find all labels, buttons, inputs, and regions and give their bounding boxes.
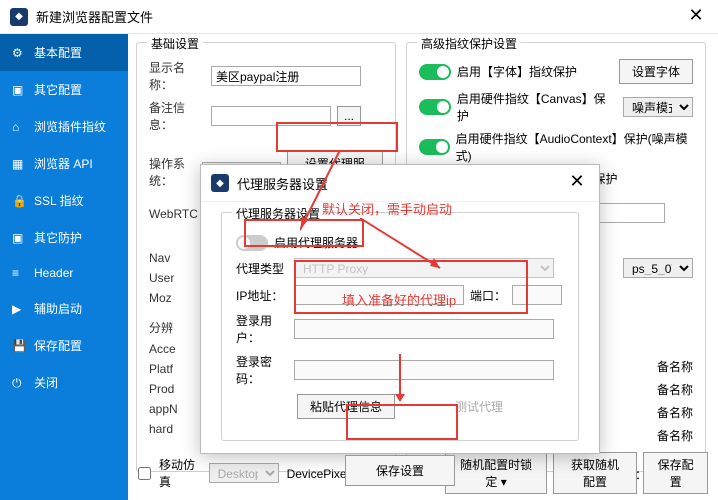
user-label: User [149, 271, 205, 285]
ip-input[interactable] [294, 285, 464, 305]
sidebar-item-label: 基本配置 [34, 44, 82, 61]
plat-label: Platf [149, 362, 205, 376]
app-logo-icon: ◆ [211, 174, 229, 192]
sidebar-item-basic[interactable]: ⚙ 基本配置 [0, 34, 128, 71]
list-icon: ≡ [12, 266, 26, 280]
row-val: 备名称 [657, 427, 693, 444]
test-button[interactable]: 测试代理 [455, 398, 503, 415]
enable-proxy-toggle[interactable] [236, 235, 268, 251]
port-label: 端口： [470, 287, 506, 304]
save-icon: 💾 [12, 339, 26, 353]
sidebar-item-label: 浏览插件指纹 [34, 118, 106, 135]
proxy-dialog: ◆ 代理服务器设置 ✕ 代理服务器设置 启用代理服务器 代理类型 HTTP Pro… [200, 164, 600, 454]
webrtc-label: WebRTC [149, 207, 205, 221]
hard-label: hard [149, 422, 205, 436]
font-toggle[interactable] [419, 64, 451, 80]
proxy-group: 代理服务器设置 启用代理服务器 代理类型HTTP Proxy IP地址：端口： … [221, 212, 579, 441]
adv-title: 高级指纹保护设置 [417, 35, 521, 52]
font-label: 启用【字体】指纹保护 [457, 63, 577, 80]
basic-title: 基础设置 [147, 35, 203, 52]
moz-label: Moz [149, 291, 205, 305]
name-input[interactable] [211, 66, 361, 86]
rocket-icon: ▶ [12, 302, 26, 316]
enable-proxy-label: 启用代理服务器 [274, 234, 358, 251]
sidebar-item-assist[interactable]: ▶ 辅助启动 [0, 290, 128, 327]
audio-label: 启用硬件指纹【AudioContext】保护(噪声模式) [456, 130, 693, 164]
paste-button[interactable]: 粘贴代理信息 [297, 394, 395, 419]
acc-label: Acce [149, 342, 205, 356]
sidebar-item-api[interactable]: ▦ 浏览器 API [0, 145, 128, 182]
ps-select[interactable]: ps_5_0) [623, 258, 693, 278]
sidebar-item-save[interactable]: 💾 保存配置 [0, 327, 128, 364]
sidebar: ⚙ 基本配置 ▣ 其它配置 ⌂ 浏览插件指纹 ▦ 浏览器 API 🔒 SSL 指纹 ▣ 其它… [0, 34, 128, 500]
res-label: 分辨 [149, 319, 205, 336]
home-icon: ⌂ [12, 120, 26, 134]
dialog-body: 代理服务器设置 启用代理服务器 代理类型HTTP Proxy IP地址：端口： … [201, 202, 599, 496]
sidebar-item-label: 浏览器 API [34, 155, 93, 172]
sidebar-item-protect[interactable]: ▣ 其它防护 [0, 219, 128, 256]
sidebar-item-label: 其它防护 [34, 229, 82, 246]
close-icon[interactable]: ✕ [684, 5, 708, 29]
power-icon: ⏻ [12, 376, 26, 390]
titlebar: ◆ 新建浏览器配置文件 ✕ [0, 0, 718, 34]
sidebar-item-label: 其它配置 [34, 81, 82, 98]
canvas-toggle[interactable] [419, 99, 451, 115]
lock-icon: 🔒 [12, 194, 26, 208]
port-input[interactable] [512, 285, 562, 305]
sidebar-item-label: 关闭 [34, 374, 58, 391]
pass-label: 登录密码： [236, 353, 288, 387]
note-label: 备注信息： [149, 99, 205, 133]
col-header: 备名称 [657, 358, 693, 375]
font-button[interactable]: 设置字体 [619, 59, 693, 84]
row-val: 备名称 [657, 381, 693, 398]
dialog-close-icon[interactable]: ✕ [565, 171, 589, 195]
audio-toggle[interactable] [419, 139, 450, 155]
app-logo-icon: ◆ [10, 8, 28, 26]
note-input[interactable] [211, 106, 331, 126]
sidebar-item-ssl[interactable]: 🔒 SSL 指纹 [0, 182, 128, 219]
proxy-group-title: 代理服务器设置 [232, 205, 324, 222]
nav-label: Nav [149, 251, 205, 265]
sidebar-item-other[interactable]: ▣ 其它配置 [0, 71, 128, 108]
mobile-checkbox[interactable] [138, 467, 151, 480]
sidebar-item-label: 保存配置 [34, 337, 82, 354]
sidebar-item-close[interactable]: ⏻ 关闭 [0, 364, 128, 401]
sidebar-item-header[interactable]: ≡ Header [0, 256, 128, 290]
grid-icon: ▦ [12, 157, 26, 171]
user-label: 登录用户： [236, 312, 288, 346]
sidebar-item-label: Header [34, 266, 73, 280]
prod-label: Prod [149, 382, 205, 396]
proxy-user-input[interactable] [294, 319, 554, 339]
gear-icon: ⚙ [12, 46, 26, 60]
ip-label: IP地址： [236, 287, 288, 304]
mobile-label: 移动仿真 [159, 456, 201, 490]
save-proxy-button[interactable]: 保存设置 [345, 455, 455, 486]
sidebar-item-plugin[interactable]: ⌂ 浏览插件指纹 [0, 108, 128, 145]
save-config-button[interactable]: 保存配置 [643, 452, 708, 494]
dialog-title: 代理服务器设置 [237, 174, 565, 193]
window-title: 新建浏览器配置文件 [36, 7, 684, 26]
note-more-button[interactable]: ... [337, 106, 361, 126]
dialog-header: ◆ 代理服务器设置 ✕ [201, 165, 599, 202]
os-label: 操作系统： [149, 155, 196, 189]
type-select[interactable]: HTTP Proxy [294, 258, 554, 278]
canvas-label: 启用硬件指纹【Canvas】保护 [457, 90, 617, 124]
name-label: 显示名称： [149, 59, 205, 93]
sidebar-item-label: 辅助启动 [34, 300, 82, 317]
proxy-pass-input[interactable] [294, 360, 554, 380]
noise-select[interactable]: 噪声模式B [623, 97, 693, 117]
cube-icon: ▣ [12, 83, 26, 97]
app-label: appN [149, 402, 205, 416]
row-val: 备名称 [657, 404, 693, 421]
shield-icon: ▣ [12, 231, 26, 245]
sidebar-item-label: SSL 指纹 [34, 192, 84, 209]
type-label: 代理类型 [236, 260, 288, 277]
